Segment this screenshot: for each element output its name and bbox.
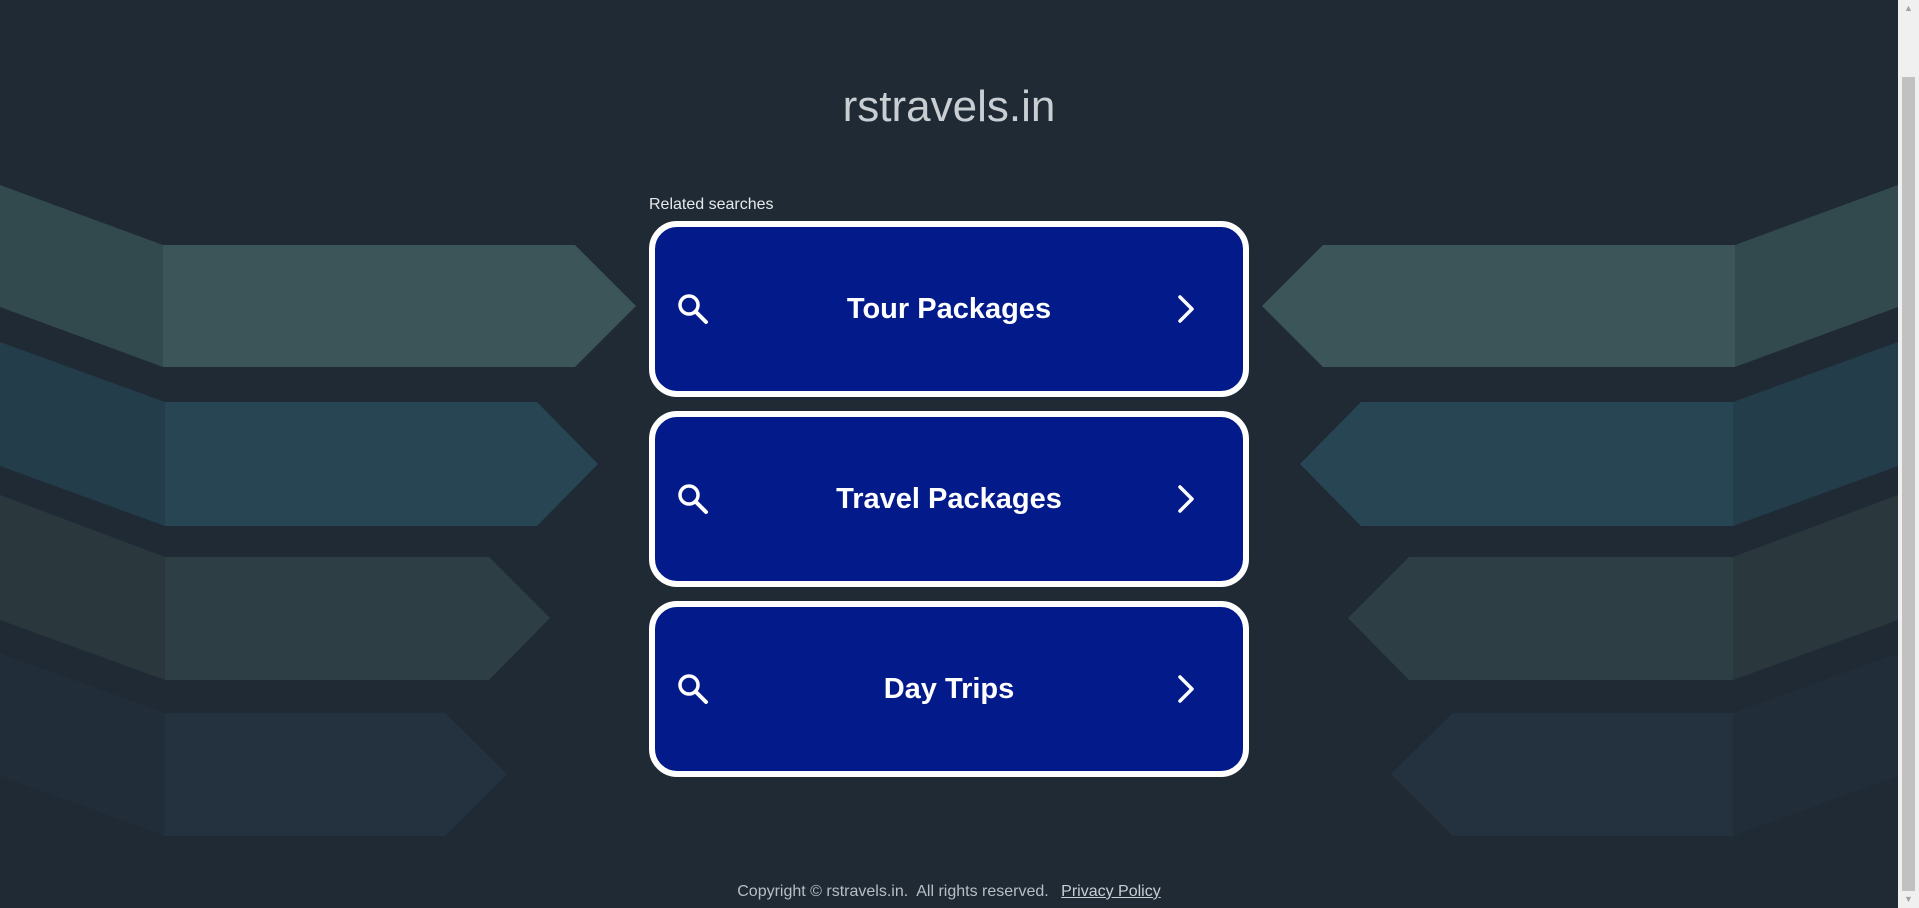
- left-band-1-wing: [0, 185, 163, 367]
- footer: Copyright © rstravels.in. All rights res…: [0, 883, 1898, 901]
- chevron-right-icon: [1178, 485, 1194, 513]
- left-band-2: [165, 402, 598, 526]
- chevron-right-icon: [1178, 675, 1194, 703]
- left-band-4: [165, 713, 507, 836]
- right-band-2: [1300, 402, 1733, 526]
- search-card-label: Day Trips: [883, 673, 1015, 705]
- right-band-2-wing: [1733, 342, 1898, 526]
- left-band-3-wing: [0, 495, 165, 680]
- vertical-scrollbar[interactable]: ▲ ▼: [1898, 0, 1919, 908]
- right-band-4: [1391, 713, 1733, 836]
- right-band-4-wing: [1733, 653, 1898, 836]
- copyright-text: Copyright © rstravels.in. All rights res…: [737, 883, 1049, 900]
- right-bands: [1262, 185, 1898, 836]
- right-band-1-wing: [1735, 185, 1898, 367]
- chevron-right-icon: [1178, 295, 1194, 323]
- search-card-tour-packages[interactable]: Tour Packages: [649, 221, 1249, 397]
- left-bands: [0, 185, 636, 836]
- scroll-up-arrow-icon[interactable]: ▲: [1898, 0, 1919, 17]
- left-band-4-wing: [0, 653, 165, 836]
- scroll-down-arrow-icon[interactable]: ▼: [1898, 891, 1919, 908]
- search-card-label: Travel Packages: [836, 483, 1062, 515]
- search-card-day-trips[interactable]: Day Trips: [649, 601, 1249, 777]
- related-searches-label: Related searches: [649, 196, 774, 213]
- scrollbar-thumb[interactable]: [1902, 77, 1915, 891]
- right-band-1: [1262, 245, 1735, 367]
- search-card-travel-packages[interactable]: Travel Packages: [649, 411, 1249, 587]
- left-band-1: [163, 245, 636, 367]
- privacy-policy-link[interactable]: Privacy Policy: [1061, 883, 1161, 900]
- left-band-3: [165, 557, 550, 680]
- search-card-label: Tour Packages: [846, 293, 1052, 325]
- site-title: rstravels.in: [842, 82, 1056, 131]
- left-band-2-wing: [0, 342, 165, 526]
- right-band-3: [1348, 557, 1733, 680]
- page: rstravels.in Related searches Tour Packa…: [0, 0, 1919, 908]
- right-band-3-wing: [1733, 495, 1898, 680]
